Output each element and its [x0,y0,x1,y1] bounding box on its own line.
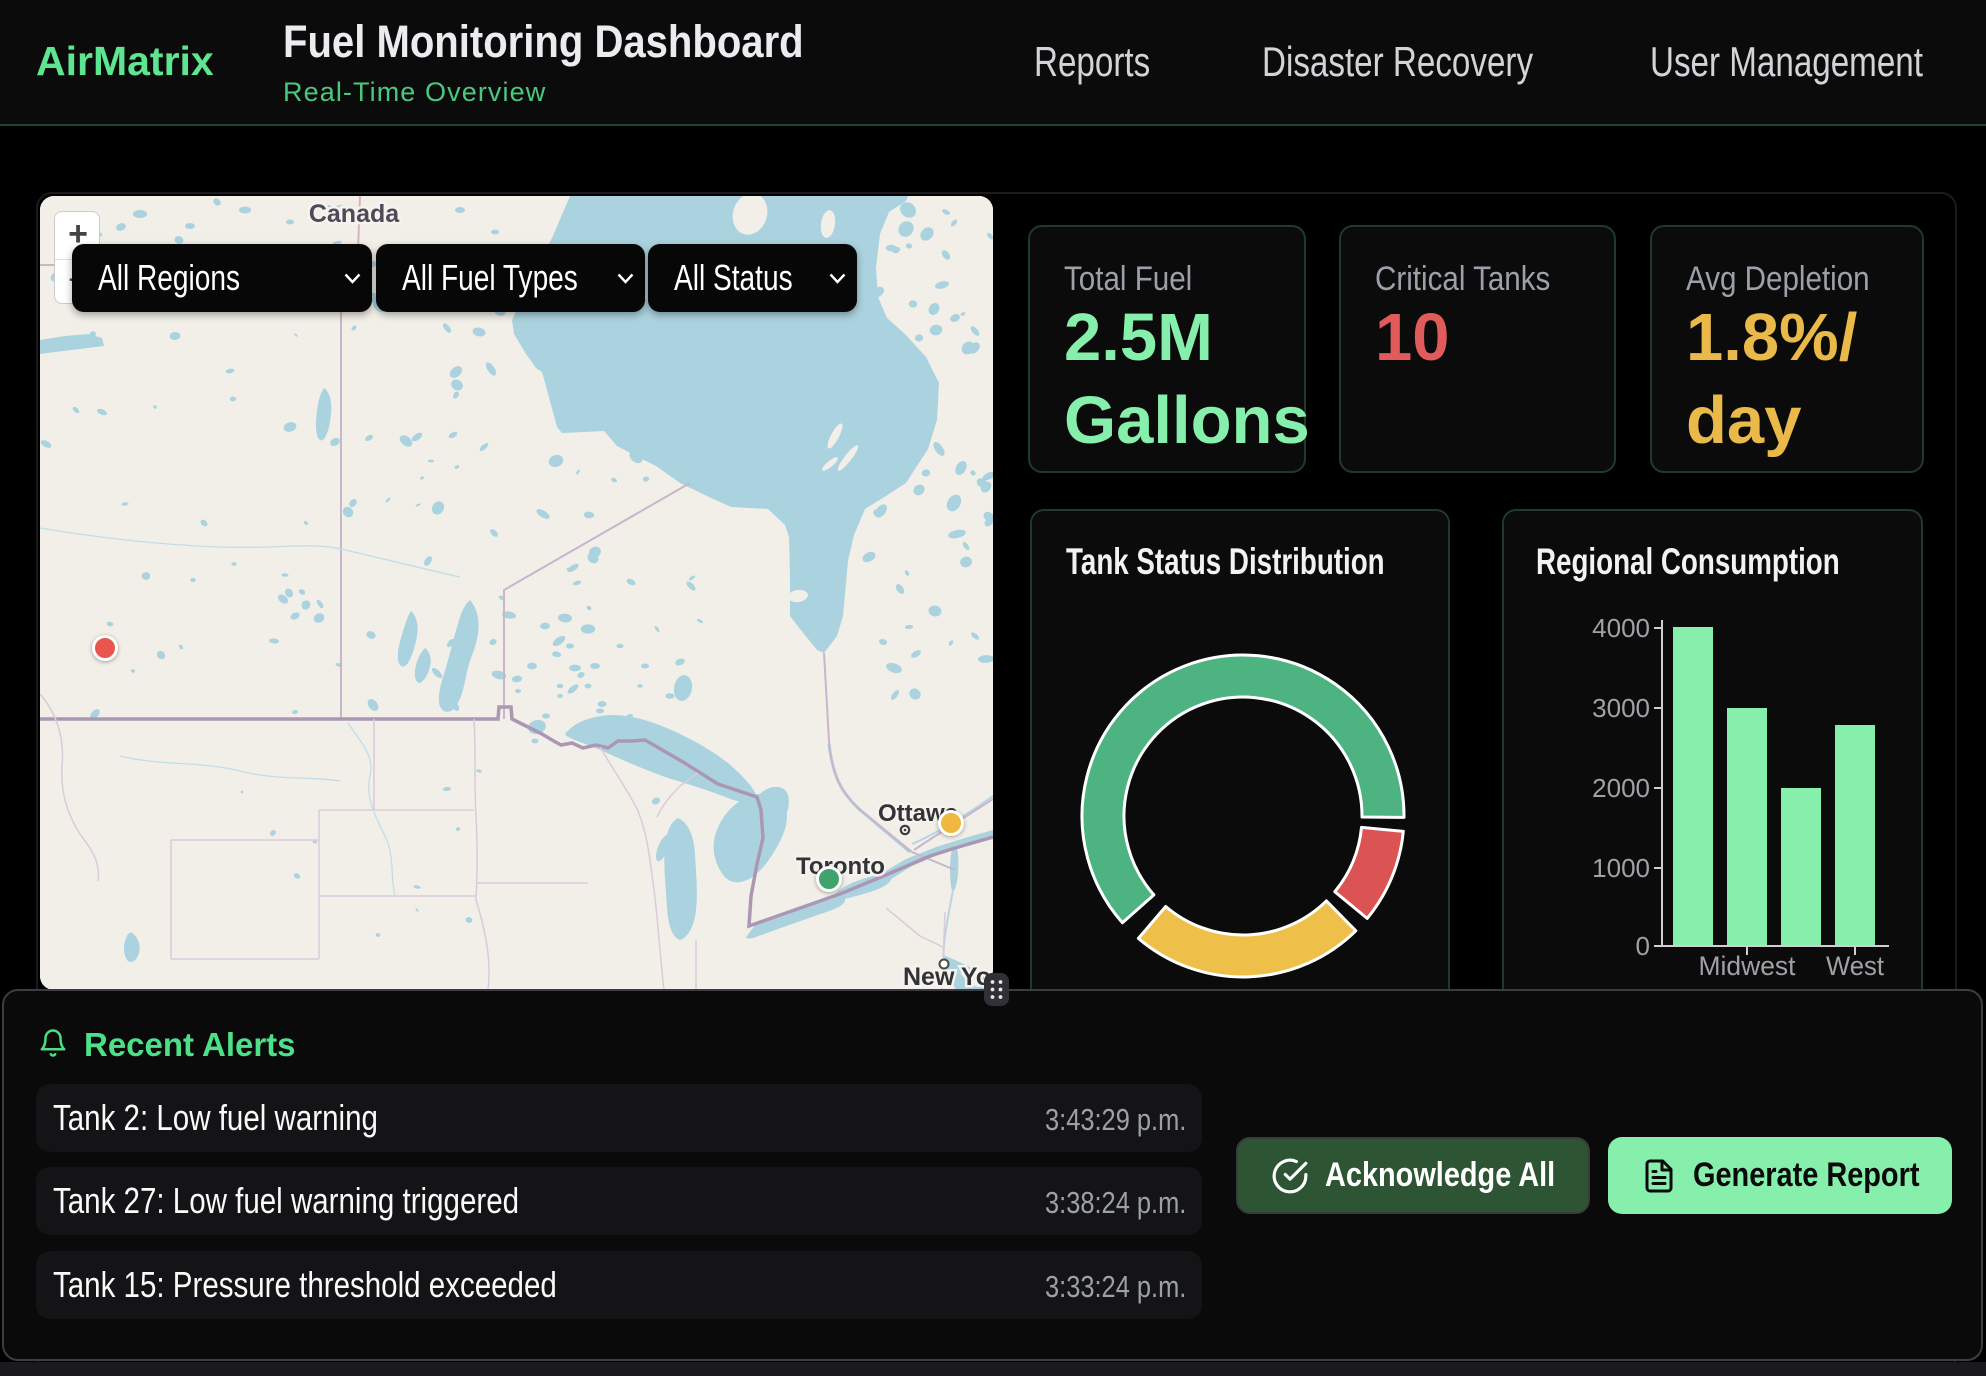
svg-text:3000: 3000 [1592,693,1650,723]
svg-text:Canada: Canada [309,200,400,228]
svg-text:0: 0 [1636,931,1650,961]
svg-text:4000: 4000 [1592,613,1650,643]
svg-text:1000: 1000 [1592,853,1650,883]
svg-text:West: West [1826,951,1884,981]
svg-text:Midwest: Midwest [1699,951,1796,981]
svg-text:2000: 2000 [1592,773,1650,803]
